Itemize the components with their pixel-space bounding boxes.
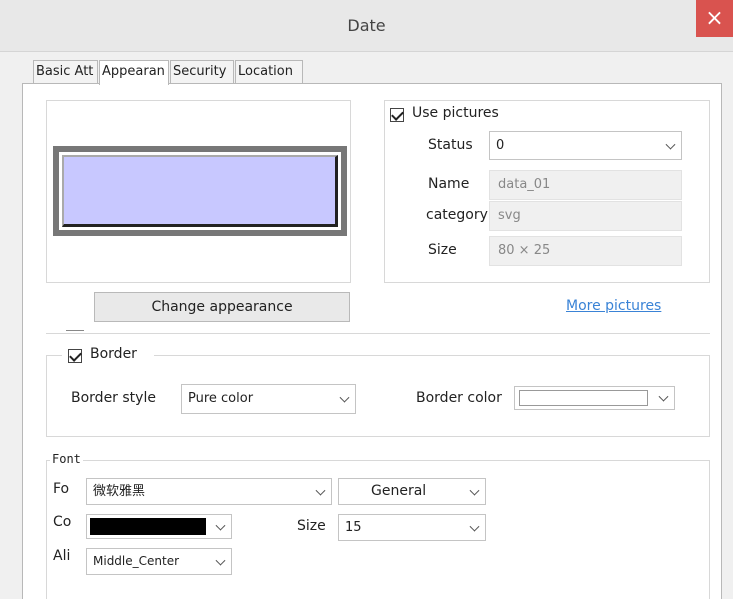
appearance-preview-fill bbox=[62, 155, 338, 227]
close-button[interactable]: × bbox=[696, 0, 733, 37]
category-field: svg bbox=[489, 201, 682, 231]
tab-appearance[interactable]: Appearan bbox=[99, 60, 169, 85]
border-checkbox[interactable] bbox=[68, 349, 82, 363]
border-style-select[interactable]: Pure color bbox=[181, 384, 356, 414]
chevron-down-icon bbox=[315, 485, 326, 496]
font-label: Fo bbox=[53, 481, 70, 497]
size-field: 80 × 25 bbox=[489, 236, 682, 266]
font-family-select[interactable]: 微软雅黑 bbox=[86, 478, 332, 505]
chevron-down-icon bbox=[339, 392, 350, 403]
font-size-label: Size bbox=[297, 518, 326, 534]
checkmark-icon bbox=[69, 349, 82, 362]
border-color-picker[interactable] bbox=[514, 386, 675, 410]
font-color-swatch bbox=[90, 518, 206, 535]
font-size-select[interactable]: 15 bbox=[338, 514, 486, 541]
font-color-picker[interactable] bbox=[86, 514, 232, 539]
border-color-swatch bbox=[519, 390, 648, 406]
border-style-value: Pure color bbox=[188, 391, 254, 406]
border-label: Border bbox=[90, 346, 137, 362]
tab-location[interactable]: Location bbox=[235, 60, 303, 84]
status-select[interactable]: 0 bbox=[489, 131, 682, 160]
tab-security[interactable]: Security bbox=[170, 60, 234, 84]
chevron-down-icon bbox=[469, 485, 480, 496]
chevron-down-icon bbox=[469, 521, 480, 532]
border-color-label: Border color bbox=[416, 390, 502, 406]
use-pictures-checkbox[interactable] bbox=[390, 108, 404, 122]
use-pictures-label: Use pictures bbox=[412, 105, 499, 121]
change-appearance-button[interactable]: Change appearance bbox=[94, 292, 350, 322]
font-weight-value: General bbox=[371, 483, 427, 499]
category-label: category bbox=[426, 207, 488, 223]
font-size-value: 15 bbox=[345, 520, 362, 535]
border-style-label: Border style bbox=[71, 390, 156, 406]
name-label: Name bbox=[428, 176, 470, 192]
more-pictures-link[interactable]: More pictures bbox=[566, 298, 661, 314]
chevron-down-icon bbox=[215, 520, 226, 531]
alignment-select[interactable]: Middle_Center bbox=[86, 548, 232, 575]
font-group-label: Font bbox=[50, 452, 83, 466]
chevron-down-icon bbox=[215, 555, 226, 566]
font-color-label: Co bbox=[53, 514, 72, 530]
section-divider bbox=[46, 333, 710, 334]
divider-marker bbox=[66, 330, 84, 331]
checkmark-icon bbox=[391, 108, 404, 121]
name-field: data_01 bbox=[489, 170, 682, 200]
tab-basic-attributes[interactable]: Basic Att bbox=[33, 60, 98, 84]
chevron-down-icon bbox=[658, 391, 669, 402]
size-label: Size bbox=[428, 242, 457, 258]
font-weight-select[interactable]: General bbox=[338, 478, 486, 505]
status-value: 0 bbox=[496, 138, 505, 153]
appearance-preview-frame bbox=[53, 146, 347, 236]
chevron-down-icon bbox=[665, 139, 676, 150]
font-family-value: 微软雅黑 bbox=[93, 484, 146, 499]
alignment-label: Ali bbox=[53, 548, 71, 564]
status-label: Status bbox=[428, 137, 473, 153]
alignment-value: Middle_Center bbox=[93, 554, 180, 568]
window-title: Date bbox=[347, 16, 386, 35]
